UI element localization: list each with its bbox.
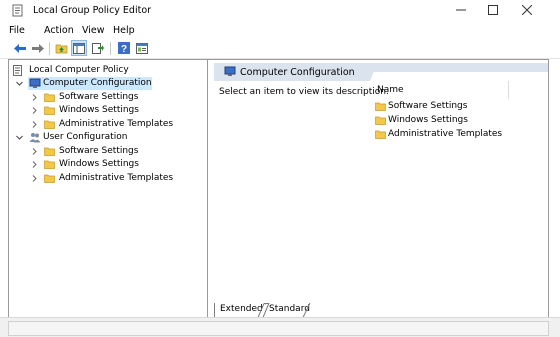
chevron-down-icon[interactable] <box>16 80 23 87</box>
status-bar <box>0 317 560 337</box>
back-arrow-icon <box>13 43 26 53</box>
menu-bar: File Action View Help <box>0 22 560 38</box>
computer-icon <box>224 66 236 76</box>
tree-item-label: Windows Settings <box>59 159 139 169</box>
toolbar-separator <box>49 42 50 55</box>
status-panel <box>8 321 549 336</box>
column-header-label: Name <box>377 85 404 95</box>
main-frame: Local Computer Policy Computer Configura… <box>8 59 549 319</box>
toolbar: ? <box>0 38 560 59</box>
policy-editor-icon <box>12 4 23 17</box>
minimize-button[interactable] <box>444 0 478 20</box>
export-list-button[interactable] <box>91 41 105 55</box>
folder-icon <box>44 120 55 129</box>
policy-document-icon <box>13 65 22 76</box>
details-pane: Computer Configuration Select an item to… <box>214 60 548 318</box>
folder-icon <box>375 116 386 125</box>
chevron-right-icon[interactable] <box>31 121 38 128</box>
maximize-icon <box>488 5 498 15</box>
chevron-right-icon[interactable] <box>31 94 38 101</box>
menu-file[interactable]: File <box>9 25 25 36</box>
close-icon <box>522 5 532 15</box>
tree-item-label: Software Settings <box>59 92 139 102</box>
folder-icon <box>44 147 55 156</box>
menu-help[interactable]: Help <box>113 25 135 36</box>
description-text: Select an item to view its description. <box>219 87 389 97</box>
forward-button[interactable] <box>30 41 44 55</box>
folder-icon <box>44 106 55 115</box>
tree-item-label: Computer Configuration <box>43 78 152 88</box>
header-divider <box>370 72 548 81</box>
svg-text:?: ? <box>121 44 127 54</box>
tree-item-label: User Configuration <box>43 132 128 142</box>
maximize-button[interactable] <box>476 0 510 20</box>
list-item-label: Windows Settings <box>388 115 468 125</box>
column-header-name[interactable]: Name <box>370 81 509 99</box>
folder-up-icon <box>55 44 67 54</box>
chevron-right-icon[interactable] <box>31 161 38 168</box>
folder-icon <box>375 102 386 111</box>
tab-outline <box>214 303 311 318</box>
computer-icon <box>29 78 41 88</box>
toolbar-separator <box>110 42 111 55</box>
up-one-level-button[interactable] <box>54 41 68 55</box>
show-hide-tree-button[interactable] <box>71 40 87 56</box>
tree-item-label: Local Computer Policy <box>29 65 129 75</box>
chevron-down-icon[interactable] <box>16 134 23 141</box>
tree-item-label: Administrative Templates <box>59 119 174 129</box>
users-icon <box>29 133 41 143</box>
tree-item-label: Administrative Templates <box>59 173 174 183</box>
chevron-right-icon[interactable] <box>31 148 38 155</box>
chevron-right-icon[interactable] <box>31 107 38 114</box>
minimize-icon <box>456 9 466 11</box>
folder-icon <box>375 130 386 139</box>
folder-icon <box>44 160 55 169</box>
properties-button[interactable] <box>135 41 149 55</box>
properties-icon <box>136 42 148 54</box>
console-tree-icon <box>73 42 85 54</box>
close-button[interactable] <box>510 0 544 20</box>
export-list-icon <box>92 43 104 54</box>
list-item-label: Software Settings <box>388 101 468 111</box>
back-button[interactable] <box>13 41 27 55</box>
tree-item-label: Windows Settings <box>59 105 139 115</box>
tree-item-computer-configuration[interactable]: Computer Configuration <box>16 77 152 90</box>
details-title: Computer Configuration <box>240 67 355 78</box>
tree-item-label: Software Settings <box>59 146 139 156</box>
title-bar: Local Group Policy Editor <box>0 0 560 22</box>
window-title: Local Group Policy Editor <box>33 5 152 16</box>
chevron-right-icon[interactable] <box>31 175 38 182</box>
help-button[interactable]: ? <box>117 41 131 55</box>
menu-action[interactable]: Action <box>44 25 74 36</box>
menu-view[interactable]: View <box>82 25 105 36</box>
folder-icon <box>44 93 55 102</box>
list-item-label: Administrative Templates <box>388 129 503 139</box>
folder-icon <box>44 174 55 183</box>
console-tree: Local Computer Policy Computer Configura… <box>9 60 208 318</box>
forward-arrow-icon <box>31 43 44 53</box>
help-icon: ? <box>118 42 130 54</box>
